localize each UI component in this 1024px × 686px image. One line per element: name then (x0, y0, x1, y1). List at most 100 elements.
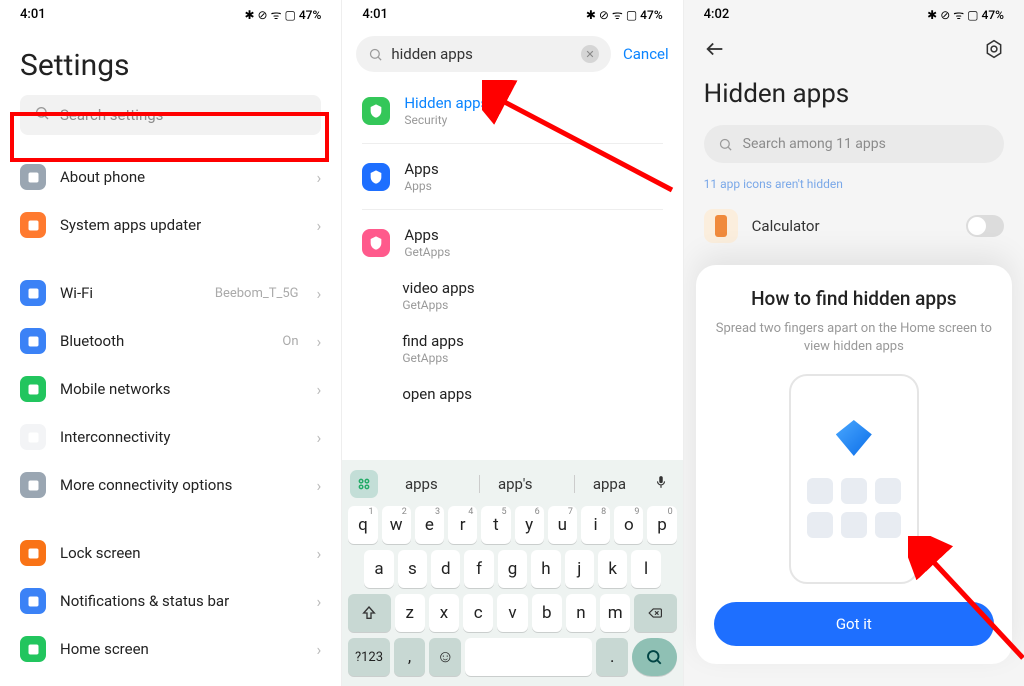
hidden-apps-screen: 4:02 ✱ ⊘ ᯤ ▢ 47% Hidden apps Search amon… (683, 0, 1024, 686)
key-h[interactable]: h (531, 550, 560, 588)
got-it-button[interactable]: Got it (714, 602, 994, 646)
status-bar: 4:01 ✱ ⊘ ᯤ ▢ 47% (0, 0, 341, 28)
key-b[interactable]: b (532, 594, 562, 632)
settings-item[interactable]: Mobile networks › (0, 365, 341, 413)
search-hidden-apps-input[interactable]: Search among 11 apps (704, 125, 1004, 163)
settings-item-label: Mobile networks (60, 380, 303, 398)
key-k[interactable]: k (598, 550, 627, 588)
key-emoji[interactable]: ☺ (429, 638, 461, 676)
result-subtitle: Apps (404, 179, 438, 193)
key-t[interactable]: t5 (481, 506, 510, 544)
result-subtitle: GetApps (404, 245, 450, 259)
key-e[interactable]: e3 (415, 506, 444, 544)
key-y[interactable]: y6 (515, 506, 544, 544)
key-o[interactable]: o9 (614, 506, 643, 544)
key-symbols[interactable]: ?123 (348, 638, 389, 676)
key-backspace[interactable] (634, 594, 676, 632)
keyboard-suggestion-bar: apps app's appa (346, 466, 678, 506)
settings-item[interactable]: Home screen › (0, 625, 341, 673)
key-n[interactable]: n (566, 594, 596, 632)
status-indicators: ✱ ⊘ ᯤ ▢ 47% (586, 6, 663, 23)
key-comma[interactable]: , (394, 638, 426, 676)
settings-item-label: Home screen (60, 640, 303, 658)
clear-search-button[interactable]: ✕ (581, 45, 599, 63)
cancel-button[interactable]: Cancel (623, 45, 669, 63)
search-result-item[interactable]: open apps (342, 375, 682, 413)
settings-item[interactable]: Wi-Fi Beebom_T_5G › (0, 269, 341, 317)
result-subtitle: GetApps (402, 298, 474, 312)
settings-item[interactable]: System apps updater › (0, 201, 341, 249)
mic-icon[interactable] (647, 473, 675, 495)
key-shift[interactable] (348, 594, 390, 632)
key-period[interactable]: . (596, 638, 628, 676)
search-icon (368, 47, 383, 62)
settings-item-icon (20, 280, 46, 306)
key-u[interactable]: u7 (548, 506, 577, 544)
back-button[interactable] (704, 38, 726, 65)
key-r[interactable]: r4 (448, 506, 477, 544)
app-row-calculator[interactable]: Calculator (684, 201, 1024, 251)
tutorial-illustration (789, 374, 919, 584)
settings-item[interactable]: About phone › (0, 153, 341, 201)
settings-item-label: Interconnectivity (60, 428, 303, 446)
settings-item-value: On (282, 334, 298, 349)
settings-screen: 4:01 ✱ ⊘ ᯤ ▢ 47% Settings Search setting… (0, 0, 341, 686)
search-icon (718, 137, 733, 152)
key-j[interactable]: j (565, 550, 594, 588)
key-m[interactable]: m (600, 594, 630, 632)
app-grid-icon (807, 478, 901, 538)
chevron-right-icon: › (317, 284, 322, 303)
result-title: Hidden apps (404, 94, 488, 112)
search-input[interactable]: hidden apps ✕ (356, 36, 611, 72)
settings-icon[interactable] (984, 39, 1004, 64)
settings-item-icon (20, 540, 46, 566)
key-q[interactable]: q1 (348, 506, 377, 544)
key-g[interactable]: g (498, 550, 527, 588)
key-f[interactable]: f (464, 550, 493, 588)
result-subtitle: GetApps (402, 351, 464, 365)
chevron-right-icon: › (317, 216, 322, 235)
key-p[interactable]: p0 (647, 506, 676, 544)
status-time: 4:01 (362, 7, 388, 22)
settings-item[interactable]: More connectivity options › (0, 461, 341, 509)
settings-item[interactable]: Bluetooth On › (0, 317, 341, 365)
search-result-item[interactable]: video apps GetApps (342, 269, 682, 322)
key-c[interactable]: c (463, 594, 493, 632)
key-search[interactable] (632, 638, 677, 676)
search-query-text: hidden apps (391, 45, 573, 63)
keyboard-suggestion[interactable]: apps (405, 475, 438, 493)
key-d[interactable]: d (431, 550, 460, 588)
key-a[interactable]: a (364, 550, 393, 588)
keyboard-suggestion[interactable]: appa (574, 475, 626, 493)
settings-item-label: Notifications & status bar (60, 592, 303, 610)
chevron-right-icon: › (317, 640, 322, 659)
key-s[interactable]: s (398, 550, 427, 588)
settings-item-value: Beebom_T_5G (215, 286, 299, 301)
keyboard-suggestion[interactable]: app's (479, 475, 533, 493)
chevron-right-icon: › (317, 332, 322, 351)
hide-toggle[interactable] (966, 215, 1004, 237)
search-result-item[interactable]: Hidden apps Security (342, 84, 682, 137)
chevron-right-icon: › (317, 168, 322, 187)
key-v[interactable]: v (497, 594, 527, 632)
settings-item[interactable]: Notifications & status bar › (0, 577, 341, 625)
search-result-item[interactable]: find apps GetApps (342, 322, 682, 375)
search-result-item[interactable]: Apps Apps (342, 150, 682, 203)
result-app-icon (362, 163, 390, 191)
key-space[interactable] (465, 638, 592, 676)
key-i[interactable]: i8 (581, 506, 610, 544)
settings-item-icon (20, 328, 46, 354)
settings-item-icon (20, 472, 46, 498)
status-indicators: ✱ ⊘ ᯤ ▢ 47% (245, 6, 322, 23)
key-z[interactable]: z (395, 594, 425, 632)
key-l[interactable]: l (631, 550, 660, 588)
diamond-icon (836, 420, 872, 456)
key-x[interactable]: x (429, 594, 459, 632)
search-result-item[interactable]: Apps GetApps (342, 216, 682, 269)
keyboard-menu-button[interactable] (350, 470, 378, 498)
settings-item-icon (20, 164, 46, 190)
search-settings-input[interactable]: Search settings (20, 95, 321, 135)
key-w[interactable]: w2 (382, 506, 411, 544)
settings-item[interactable]: Lock screen › (0, 529, 341, 577)
settings-item[interactable]: Interconnectivity › (0, 413, 341, 461)
